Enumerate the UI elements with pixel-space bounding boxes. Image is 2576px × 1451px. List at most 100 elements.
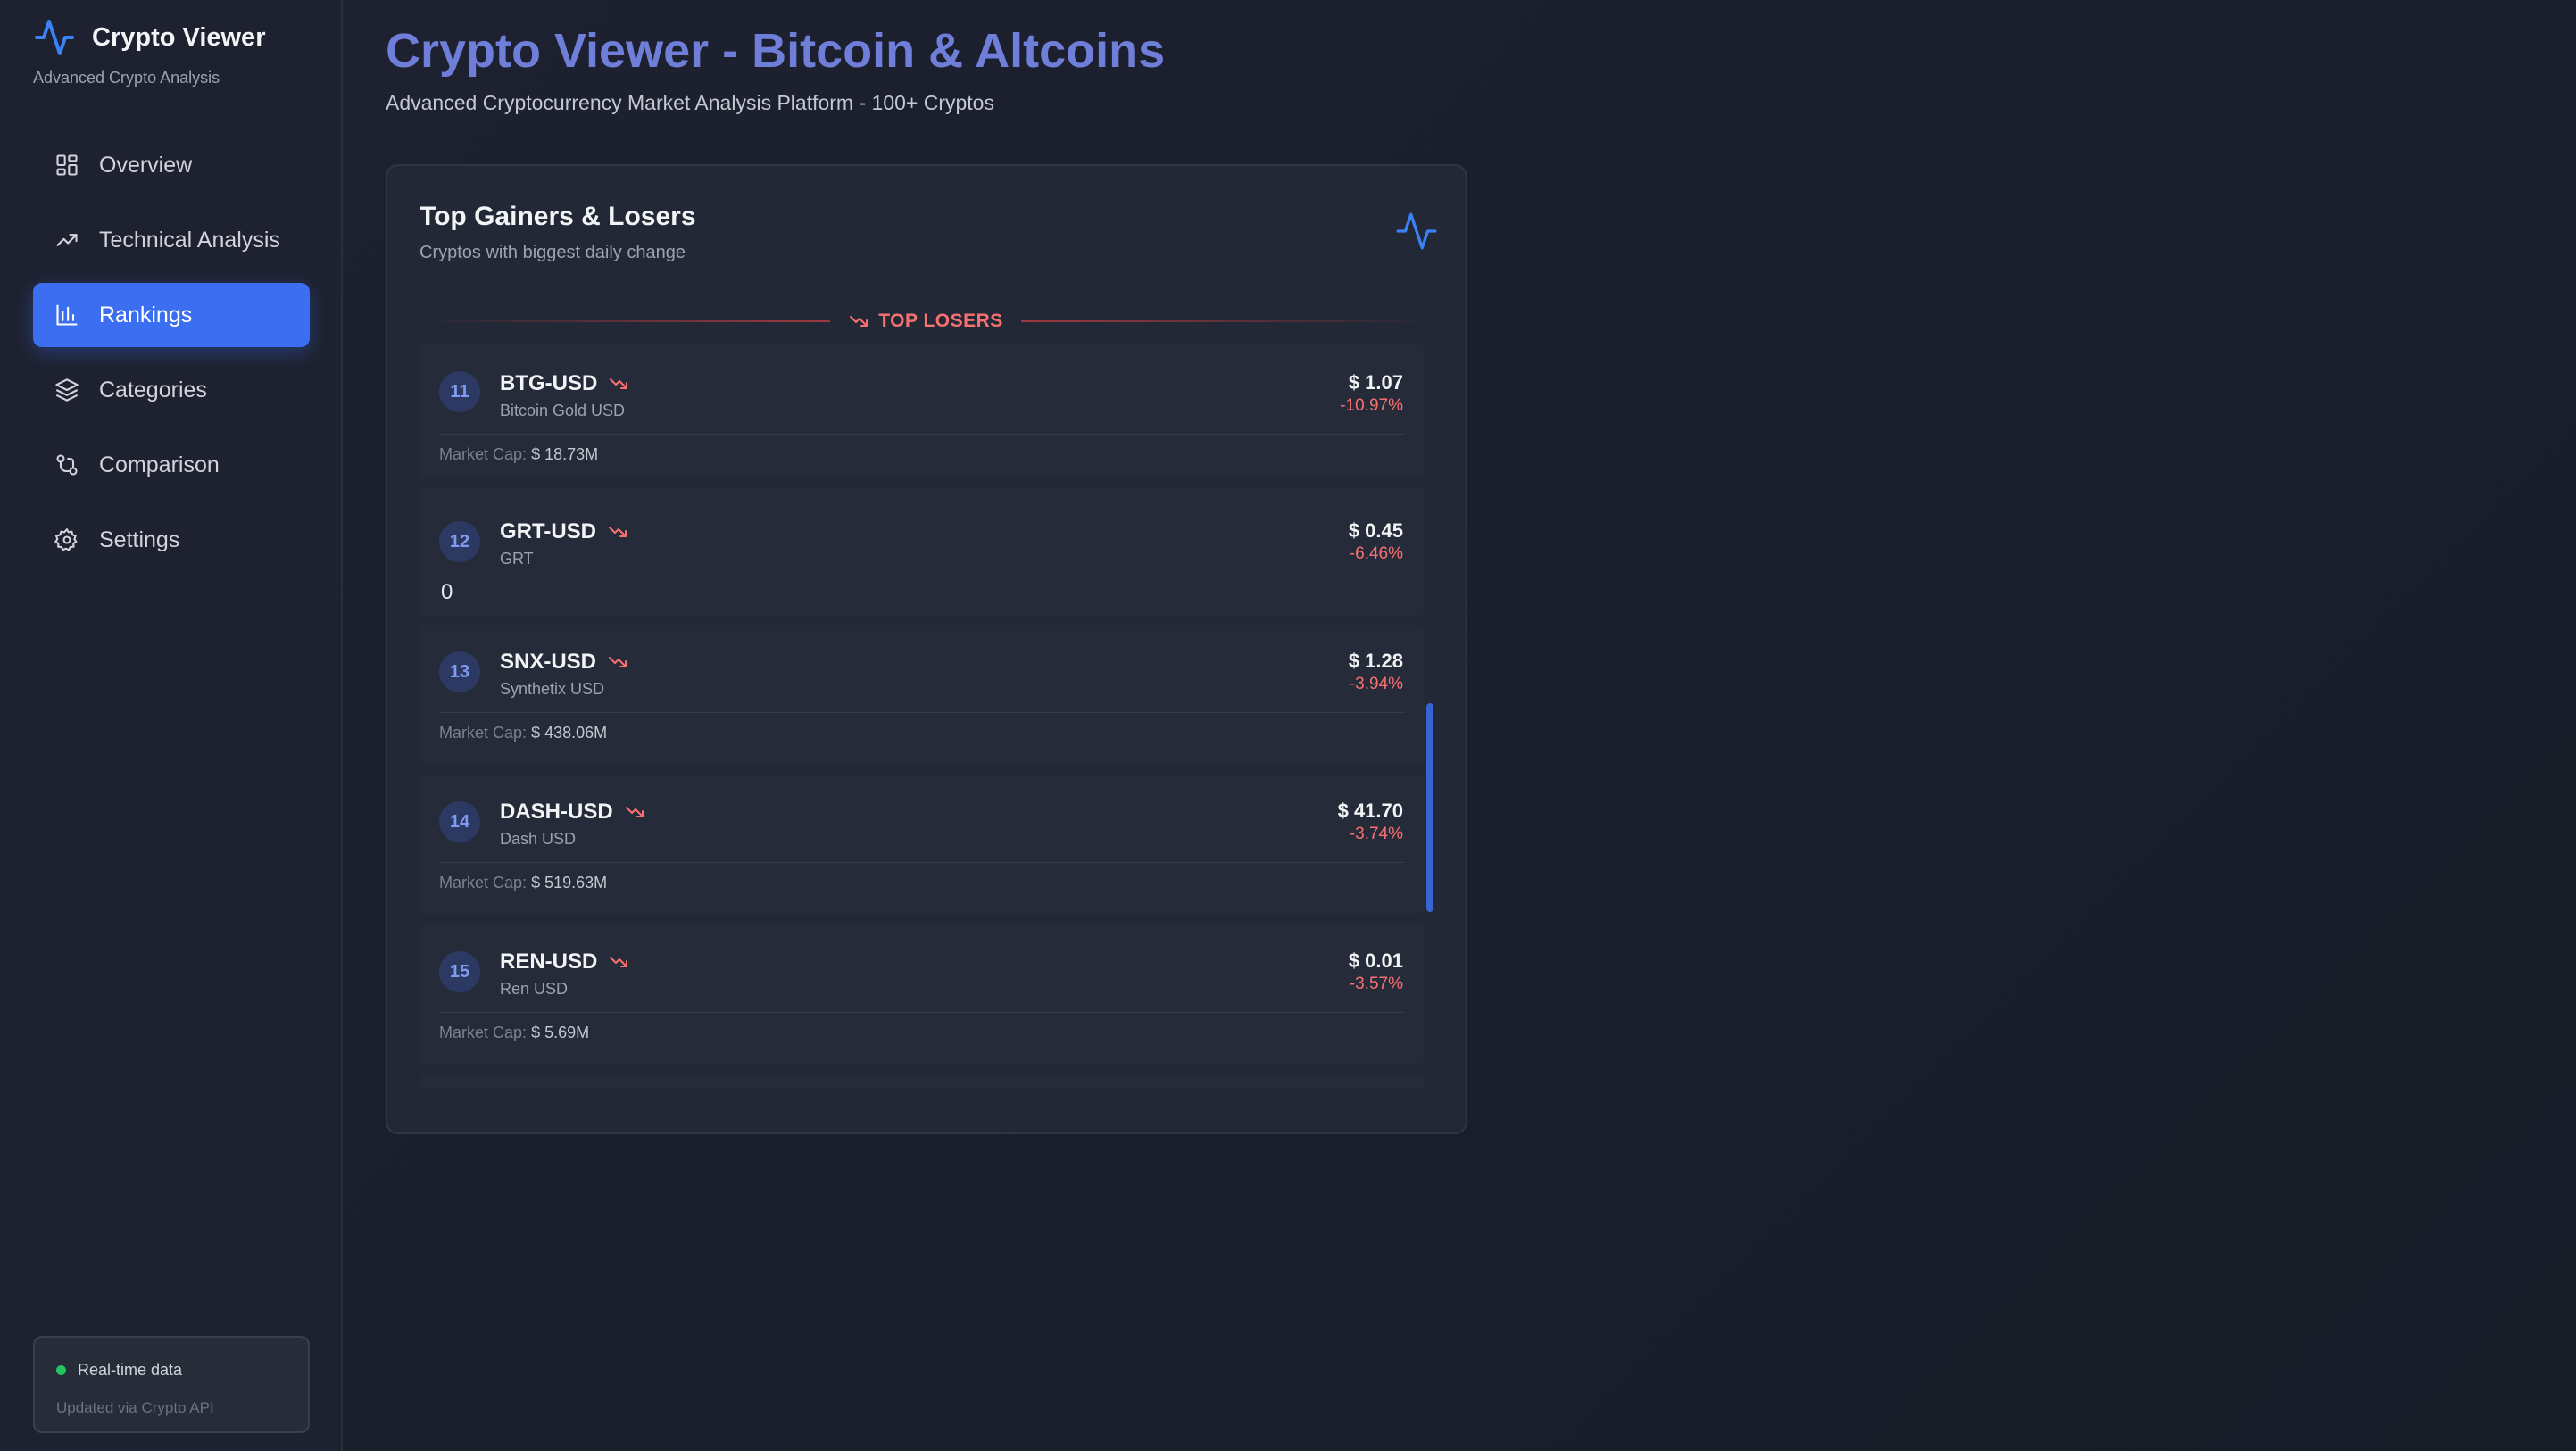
coin-name: Ren USD: [500, 980, 569, 998]
git-compare-icon: [56, 454, 78, 476]
status-dot-icon: [56, 1365, 66, 1375]
trending-up-icon: [56, 234, 78, 246]
coin-price: $ 0.01: [1348, 949, 1403, 972]
coin-price: $ 0.45: [1348, 519, 1403, 542]
symbol-text: REN-USD: [500, 949, 598, 974]
trending-down-icon: [610, 957, 628, 967]
coin-price: $ 1.07: [1348, 371, 1403, 394]
coin-symbol: SNX-USD: [500, 650, 628, 675]
app-subtitle: Advanced Crypto Analysis: [33, 69, 220, 87]
market-cap-value: 0: [441, 580, 453, 604]
card-title: Top Gainers & Losers: [420, 202, 696, 231]
coin-name: Dash USD: [500, 830, 577, 848]
rank-badge: 14: [439, 801, 480, 842]
divider: [439, 862, 1405, 863]
coin-change: -3.94%: [1349, 675, 1403, 693]
section-title: TOP LOSERS: [878, 311, 1003, 331]
card-subtitle: Cryptos with biggest daily change: [420, 243, 686, 262]
coin-price: $ 1.28: [1348, 650, 1403, 672]
market-cap-label: Market Cap:: [439, 1024, 528, 1041]
section-label: TOP LOSERS: [830, 311, 1021, 332]
realtime-status: Real-time data Updated via Crypto API: [33, 1336, 310, 1433]
page-title: Crypto Viewer - Bitcoin & Altcoins: [386, 24, 1166, 78]
list-item[interactable]: 12 GRT-USD GRT $ 0.45 -6.46% 0: [420, 487, 1425, 616]
page-subtitle: Advanced Cryptocurrency Market Analysis …: [386, 91, 994, 114]
sidebar-item-categories[interactable]: Categories: [33, 358, 310, 422]
market-cap-value: $ 519.63M: [531, 874, 608, 891]
divider: [420, 320, 831, 322]
gainers-losers-card: Top Gainers & Losers Cryptos with bigges…: [386, 164, 1467, 1134]
sidebar-item-label: Categories: [99, 377, 207, 402]
market-cap-value: $ 5.69M: [531, 1024, 590, 1041]
sidebar-item-label: Settings: [99, 527, 180, 552]
list-item[interactable]: [420, 1074, 1425, 1089]
sidebar-item-settings[interactable]: Settings: [33, 508, 310, 572]
trending-down-icon: [850, 316, 868, 327]
sidebar-item-technical-analysis[interactable]: Technical Analysis: [33, 208, 310, 272]
list-item[interactable]: 13 SNX-USD Synthetix USD $ 1.28 -3.94% M…: [420, 625, 1425, 764]
app-title: Crypto Viewer: [92, 22, 266, 52]
status-label: Real-time data: [78, 1361, 183, 1379]
symbol-text: GRT-USD: [500, 519, 596, 543]
list-item[interactable]: 11 BTG-USD Bitcoin Gold USD $ 1.07 -10.9…: [420, 344, 1425, 478]
symbol-text: SNX-USD: [500, 650, 597, 674]
sidebar-item-label: Technical Analysis: [99, 227, 280, 253]
brand[interactable]: Crypto Viewer: [33, 16, 265, 59]
trending-down-icon: [610, 378, 628, 389]
trending-down-icon: [625, 807, 644, 817]
market-cap: Market Cap: $ 18.73M: [439, 445, 598, 464]
coin-name: Synthetix USD: [500, 680, 605, 698]
market-cap-value: $ 438.06M: [531, 724, 608, 742]
coin-change: -3.57%: [1349, 974, 1403, 993]
coin-name: Bitcoin Gold USD: [500, 402, 626, 419]
coin-name: GRT: [500, 550, 534, 568]
top-losers-header: TOP LOSERS: [420, 303, 1432, 339]
sidebar-item-rankings[interactable]: Rankings: [33, 283, 310, 347]
coin-change: -6.46%: [1349, 544, 1403, 563]
rank-badge: 13: [439, 651, 480, 692]
sidebar-item-overview[interactable]: Overview: [33, 133, 310, 197]
coin-symbol: GRT-USD: [500, 519, 628, 544]
layers-icon: [55, 378, 79, 402]
coin-change: -10.97%: [1340, 396, 1403, 415]
sidebar-item-label: Comparison: [99, 452, 220, 477]
sidebar-item-comparison[interactable]: Comparison: [33, 433, 310, 497]
divider: [439, 434, 1405, 435]
sidebar-item-label: Overview: [99, 152, 193, 178]
divider: [439, 1012, 1405, 1013]
coin-symbol: REN-USD: [500, 949, 629, 974]
list-item[interactable]: 14 DASH-USD Dash USD $ 41.70 -3.74% Mark…: [420, 775, 1425, 914]
rank-badge: 15: [439, 951, 480, 992]
divider: [439, 712, 1405, 713]
coin-symbol: DASH-USD: [500, 800, 645, 825]
market-cap: Market Cap: $ 438.06M: [439, 724, 607, 742]
activity-icon: [35, 20, 74, 55]
market-cap-label: Market Cap:: [439, 445, 528, 463]
coin-price: $ 41.70: [1337, 800, 1403, 822]
bar-chart-icon: [56, 304, 78, 326]
coin-change: -3.74%: [1349, 825, 1403, 843]
symbol-text: BTG-USD: [500, 371, 598, 395]
symbol-text: DASH-USD: [500, 800, 613, 824]
gear-icon: [54, 527, 78, 551]
rank-badge: 11: [439, 371, 480, 412]
grid-icon: [56, 154, 78, 176]
losers-list[interactable]: 11 BTG-USD Bitcoin Gold USD $ 1.07 -10.9…: [420, 344, 1432, 1089]
divider: [1020, 320, 1432, 322]
activity-icon: [1396, 212, 1437, 250]
status-sub: Updated via Crypto API: [56, 1399, 214, 1416]
sidebar: Crypto Viewer Advanced Crypto Analysis O…: [0, 0, 343, 1451]
market-cap-value: $ 18.73M: [531, 445, 599, 463]
sidebar-item-label: Rankings: [99, 302, 193, 328]
main-content: Crypto Viewer - Bitcoin & Altcoins Advan…: [343, 0, 2576, 1451]
sidebar-nav: Overview Technical Analysis Rankings Cat…: [33, 133, 310, 583]
market-cap: Market Cap: $ 5.69M: [439, 1024, 589, 1042]
list-item[interactable]: 15 REN-USD Ren USD $ 0.01 -3.57% Market …: [420, 924, 1425, 1064]
market-cap-label: Market Cap:: [439, 724, 528, 742]
market-cap-label: Market Cap:: [439, 874, 528, 891]
list-scrollbar[interactable]: [1426, 703, 1433, 912]
rank-badge: 12: [439, 521, 480, 562]
coin-symbol: BTG-USD: [500, 371, 629, 396]
trending-down-icon: [609, 527, 627, 537]
market-cap: Market Cap: $ 519.63M: [439, 874, 607, 892]
